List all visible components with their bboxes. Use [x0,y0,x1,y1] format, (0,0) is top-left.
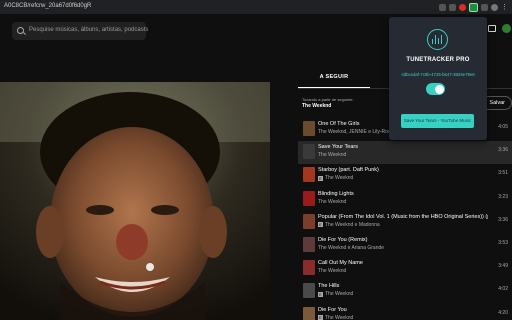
address-bar[interactable]: A0C8CB/refcrw_20a67d0f6d0gR [4,3,91,9]
track-artist-name: The Weeknd [318,268,347,275]
browser-toolbar: A0C8CB/refcrw_20a67d0f6d0gR ⋮ [0,0,512,14]
track-artist: E The Weeknd [318,175,488,181]
track-thumbnail [303,167,315,183]
popup-title: TUNETRACKER PRO [406,57,470,63]
tunetracker-extension-icon[interactable] [469,2,478,12]
track-thumbnail [303,237,315,252]
track-artist: The Weeknd [318,152,488,158]
cast-icon[interactable] [488,25,496,32]
queue-row[interactable]: The Hills E The Weeknd 4:02 [298,280,512,303]
track-thumbnail [303,283,315,299]
track-title: Die For You (Remix) [318,237,368,243]
track-title: Blinding Lights [318,190,354,197]
queue-row[interactable]: Popular (From The Idol Vol. 1 (Music fro… [298,211,512,234]
track-duration: 4:02 [498,286,508,293]
more-vert-icon[interactable]: ⋮ [501,4,508,11]
waveform-icon [427,29,448,50]
album-art [0,82,270,320]
track-duration: 3:36 [498,147,508,154]
track-artist-name: The Weeknd [325,175,354,182]
track-artist: The Weeknd [318,199,488,205]
track-duration: 3:23 [498,193,508,200]
track-artist-name: The Weeknd [325,291,354,298]
track-artist-name: The Weeknd [318,152,347,159]
share-icon[interactable] [439,3,446,11]
track-title: Die For You [318,306,347,313]
now-playing-sync-button[interactable]: Save Your Tears - YouTube Music [401,114,474,128]
queue-row[interactable]: Blinding Lights The Weeknd 3:23 [298,188,512,211]
track-artist-name: The Weeknd [325,314,354,320]
toggle-knob [434,84,444,94]
track-thumbnail [303,121,315,136]
track-duration: 3:49 [498,263,508,270]
track-artist: The Weeknd e Ariana Grande [318,245,488,251]
queue-row[interactable]: Call Out My Name The Weeknd 3:49 [298,257,512,280]
track-artist-name: The Weeknd e Madonna [325,221,380,228]
queue-row[interactable]: Starboy (part. Daft Punk) E The Weeknd 3:51 [298,164,512,187]
playing-from-source: The Weeknd [302,103,332,109]
track-artist-name: The Weeknd [318,198,347,205]
queue-row[interactable]: Save Your Tears The Weeknd 3:36 [298,141,512,165]
track-artist: E The Weeknd e Madonna [318,222,488,228]
search-box[interactable]: Pesquise músicas, álbuns, artistas, podc… [12,22,148,40]
track-artist-name: The Weeknd e Ariana Grande [318,245,385,251]
extension-popup: TUNETRACKER PRO 4dbcedaf-7c8b-4725-b647-… [389,17,487,140]
track-duration: 3:36 [498,216,508,223]
queue-row[interactable]: Die For You (Remix) The Weeknd e Ariana G… [298,234,512,257]
track-thumbnail [303,213,315,229]
device-id: 4dbcedaf-7c8b-4725-b647-3829e79e8 [401,72,475,77]
explicit-badge: E [318,222,323,228]
record-extension-icon[interactable] [459,3,466,11]
track-artist: The Weeknd [318,268,488,274]
track-title: Popular (From The Idol Vol. 1 (Music fro… [318,213,488,220]
search-input[interactable]: Pesquise músicas, álbuns, artistas, podc… [29,27,148,33]
track-title: Call Out My Name [318,260,363,267]
track-title: Save Your Tears [318,144,358,151]
tab-up-next[interactable]: A SEGUIR [298,74,370,80]
track-artist: E The Weeknd [318,315,488,320]
track-artist: E The Weeknd [318,291,488,297]
explicit-badge: E [318,175,323,181]
explicit-badge: E [318,291,323,297]
sync-toggle[interactable] [426,83,445,95]
bookmark-icon[interactable] [449,3,456,11]
track-thumbnail [303,306,315,320]
extension-icons: ⋮ [439,2,508,12]
track-duration: 3:53 [498,240,508,246]
track-duration: 3:51 [498,170,508,177]
puzzle-icon[interactable] [481,3,488,11]
track-duration: 4:20 [498,309,508,316]
track-duration: 4:05 [498,124,508,130]
playing-from-label: Tocando a partir de seguinte: [302,97,354,102]
track-thumbnail [303,144,315,160]
queue-row[interactable]: Die For You E The Weeknd 4:20 [298,304,512,320]
avatar[interactable] [502,24,511,33]
album-art-image [0,82,270,320]
search-icon [17,27,24,34]
track-title: The Hills [318,283,340,290]
track-thumbnail [303,190,315,206]
profile-icon[interactable] [491,3,498,11]
track-title: Starboy (part. Daft Punk) [318,167,379,174]
explicit-badge: E [318,315,323,320]
track-thumbnail [303,260,315,276]
